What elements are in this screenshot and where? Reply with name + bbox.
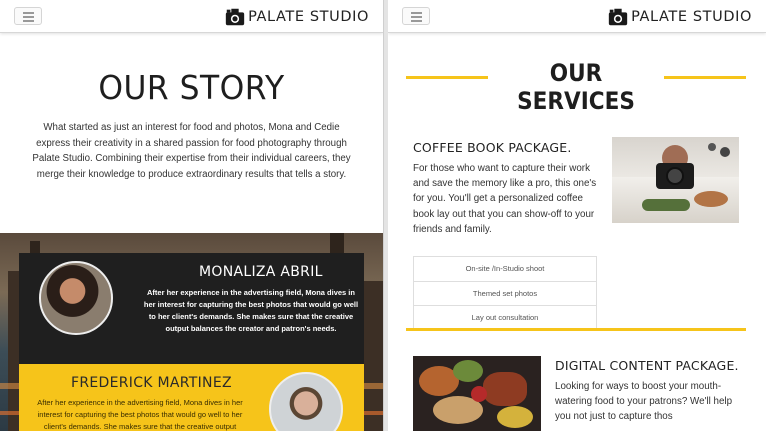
hamburger-icon: [23, 12, 34, 14]
package-title: COFFEE BOOK PACKAGE.: [413, 140, 572, 155]
package-features: On-site /In-Studio shoot Themed set phot…: [413, 256, 597, 330]
navbar: PALATE STUDIO: [0, 0, 383, 33]
feature-item: Lay out consultation: [414, 305, 596, 329]
package-separator: [406, 328, 746, 331]
team-member-bio: After her experience in the advertising …: [143, 288, 359, 333]
digital-content-photo: [413, 356, 541, 431]
avatar: [269, 372, 343, 431]
menu-toggle-button[interactable]: [14, 7, 42, 25]
story-paragraph: What started as just an interest for foo…: [32, 122, 351, 180]
feature-item: Themed set photos: [414, 281, 596, 305]
brand-logo-link[interactable]: PALATE STUDIO: [224, 5, 369, 29]
hamburger-icon: [23, 16, 34, 18]
brand-name: PALATE STUDIO: [631, 9, 752, 25]
services-screen: PALATE STUDIO OUR SERVICES COFFEE BOOK P…: [388, 0, 766, 431]
camera-icon: [608, 8, 628, 26]
team-card-monaliza: MONALIZA ABRIL After her experience in t…: [19, 253, 364, 364]
hamburger-icon: [411, 16, 422, 18]
heading-rule-right: [664, 76, 746, 79]
menu-toggle-button[interactable]: [402, 7, 430, 25]
coffee-book-photo: [612, 137, 739, 223]
camera-icon: [225, 8, 245, 26]
services-heading: OUR SERVICES: [388, 59, 766, 115]
brand-name: PALATE STUDIO: [248, 9, 369, 25]
brand-logo-link[interactable]: PALATE STUDIO: [607, 5, 752, 29]
team-member-name: FREDERICK MARTINEZ: [71, 375, 232, 391]
package-title: DIGITAL CONTENT PACKAGE.: [555, 358, 739, 373]
navbar: PALATE STUDIO: [388, 0, 766, 33]
hamburger-icon: [411, 20, 422, 22]
team-member-bio: After her experience in the advertising …: [37, 398, 243, 431]
story-screen: PALATE STUDIO OUR STORY What started as …: [0, 0, 383, 431]
section-title: OUR SERVICES: [517, 59, 635, 115]
avatar: [39, 261, 113, 335]
team-member-name: MONALIZA ABRIL: [199, 264, 323, 280]
feature-item: On-site /In-Studio shoot: [465, 264, 545, 273]
team-card-frederick: FREDERICK MARTINEZ After her experience …: [19, 364, 364, 431]
package-description: Looking for ways to boost your mouth-wat…: [555, 381, 733, 423]
heading-rule-left: [406, 76, 488, 79]
hamburger-icon: [23, 20, 34, 22]
hamburger-icon: [411, 12, 422, 14]
package-description: For those who want to capture their work…: [413, 163, 597, 235]
page-title: OUR STORY: [98, 68, 285, 107]
